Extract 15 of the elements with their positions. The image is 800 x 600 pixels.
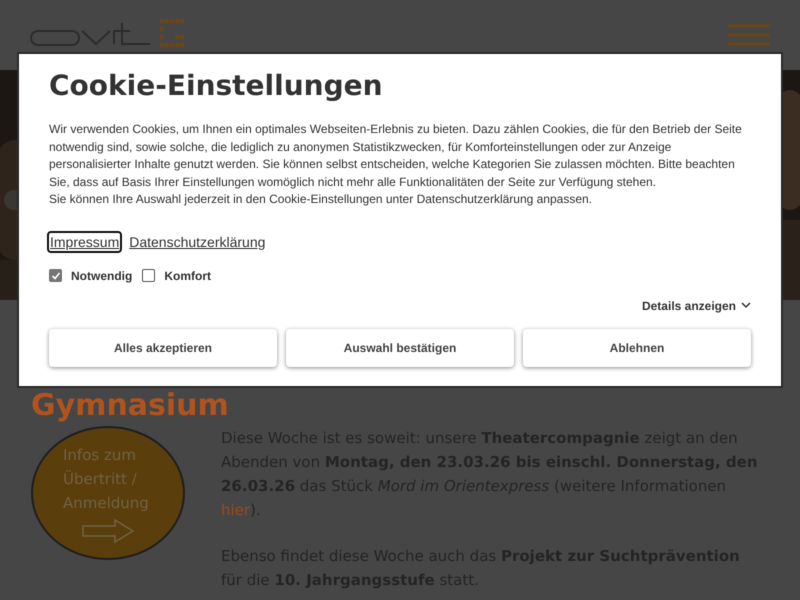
consent-button[interactable]: Ablehnen [523,328,751,367]
dialog-title: Cookie-Einstellungen [49,68,384,104]
chevron-down-icon [741,302,751,310]
consent-button[interactable]: Auswahl bestätigen [286,328,514,367]
footer-link[interactable]: Impressum [49,232,120,251]
footer-link[interactable]: Datenschutzerklärung [128,232,266,251]
consent-text: Sie können Ihre Auswahl jederzeit in den Cookie-Einstellungen unter Datenschutzerklärung anpassen. [49,191,594,208]
page-heading: Gymnasium [31,387,230,422]
arrow-icon [81,519,135,543]
checkbox-label: Komfort [164,268,211,285]
consent-button[interactable]: Alles akzeptieren [49,328,277,367]
details-toggle[interactable]: Details anzeigen [642,296,751,315]
consent-text: Wir verwenden Cookies, um Ihnen ein optimales Webseiten-Erlebnis zu bieten. Dazu zählen Cookies, die für den Betrieb der Seite notwendig sind, sowie solche, die lediglich zu anonymen Statistikzwecken, für Komforteinstellungen oder zur Anzeige personalisierter Inhalte genutzt werden. Sie können selbst entscheiden, welche Kategorien Sie zulassen möchten. Bitte beachten Sie, dass auf Basis Ihrer Einstellungen womöglich nicht mehr alle Funktionalitäten der Seite zur Verfügung stehen. [49,121,743,191]
checkbox-label: Notwendig [71,268,132,285]
checkbox[interactable] [142,269,156,282]
